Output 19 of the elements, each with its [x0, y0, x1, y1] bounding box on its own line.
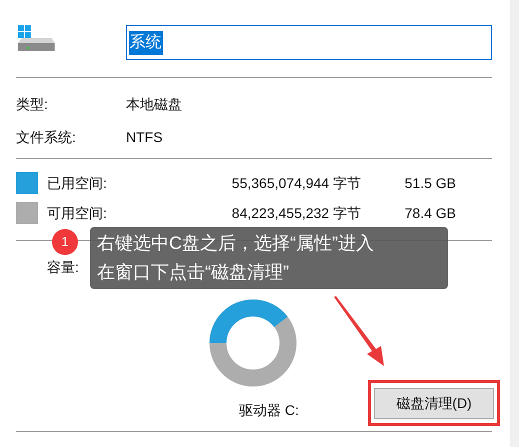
property-value: NTFS [126, 128, 163, 147]
property-label: 文件系统: [16, 128, 77, 147]
disk-cleanup-button[interactable]: 磁盘清理(D) [374, 388, 494, 418]
size-value: 78.4 GB [404, 204, 456, 222]
drive-name-text: 系统 [128, 30, 163, 54]
property-label: 类型: [16, 95, 49, 114]
bytes-value: 55,365,074,944 字节 [230, 174, 361, 192]
drive-name-field[interactable]: 系统 [126, 25, 492, 60]
property-value: 本地磁盘 [126, 95, 182, 114]
annotation-text: 右键选中C盘之后，选择“属性”进入 [97, 232, 375, 255]
drive-icon [16, 25, 56, 54]
space-label: 可用空间: [47, 204, 108, 222]
capacity-label: 容量: [47, 258, 79, 276]
drive-label: 驱动器 C: [239, 401, 299, 420]
badge-number: 1 [61, 233, 69, 252]
space-label: 已用空间: [47, 174, 108, 192]
size-value: 51.5 GB [404, 174, 456, 192]
annotation-text: 在窗口下点击“磁盘清理” [97, 261, 290, 284]
bytes-value: 84,223,455,232 字节 [230, 204, 361, 222]
